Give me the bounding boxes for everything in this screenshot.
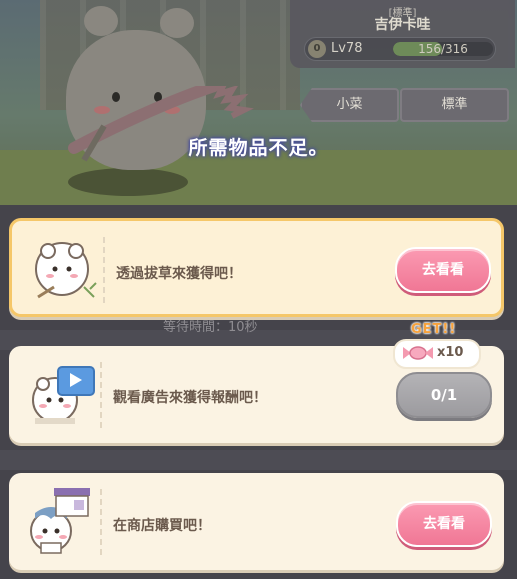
ad-reward-pill: x10 <box>393 339 481 369</box>
option-label: 觀看廣告來獲得報酬吧！ <box>113 390 267 406</box>
background-strip <box>0 450 517 470</box>
chiikawa-weeding-icon <box>35 242 97 299</box>
tv-play-triangle <box>70 373 82 387</box>
get-badge: GET!! <box>411 322 457 337</box>
watch-ad-progress-button[interactable]: 0/1 <box>396 372 492 418</box>
player-name: 吉伊卡哇 <box>374 17 431 33</box>
card-divider <box>103 237 105 303</box>
card-divider <box>100 362 102 428</box>
character-ear <box>84 6 118 36</box>
option-label: 透過拔草來獲得吧！ <box>116 266 242 282</box>
tab-small-dish[interactable]: 小菜 <box>300 88 399 122</box>
exp-bar: 156/316 <box>393 42 493 56</box>
card-divider <box>100 489 102 555</box>
character-ear <box>160 8 194 38</box>
option-label: 在商店購買吧！ <box>113 518 211 534</box>
option-card-weeding: 透過拔草來獲得吧！ 去看看 <box>9 218 504 317</box>
go-to-shop-button[interactable]: 去看看 <box>396 501 492 547</box>
go-to-weeding-button[interactable]: 去看看 <box>395 247 491 293</box>
insufficient-items-message: 所需物品不足。 <box>188 137 329 159</box>
wait-time-text: 等待時間：10秒 <box>163 320 258 335</box>
level-box: 0 Lv78 156/316 <box>304 37 496 61</box>
character-shadow <box>68 168 188 196</box>
tab-standard[interactable]: 標準 <box>400 88 509 122</box>
level-icon: 0 <box>308 40 326 58</box>
reward-count: x10 <box>437 345 464 360</box>
exp-text: 156/316 <box>418 42 468 56</box>
level-label: Lv78 <box>331 41 363 56</box>
shop-icon <box>54 488 90 517</box>
candy-icon <box>403 346 433 360</box>
player-panel: [標準] 吉伊卡哇 0 Lv78 156/316 <box>290 0 515 68</box>
tv-play-icon <box>57 366 95 396</box>
